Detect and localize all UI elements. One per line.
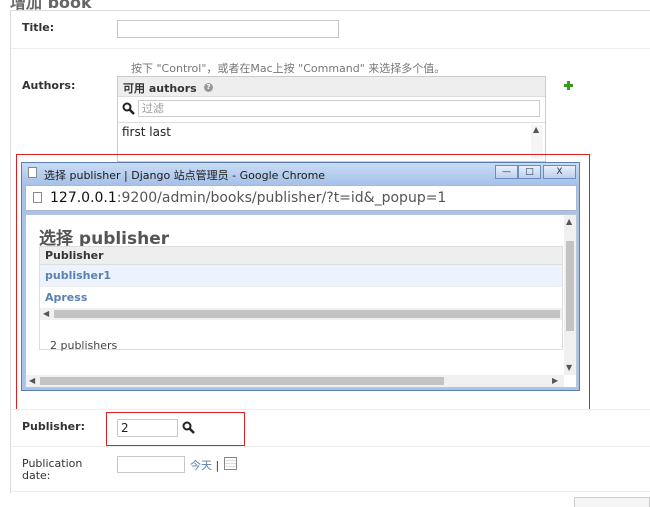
authors-help-text: 按下 "Control"，或者在Mac上按 "Command" 来选择多个值。 bbox=[131, 62, 446, 75]
table-row[interactable]: publisher1 bbox=[40, 265, 562, 287]
today-link-label[interactable]: 今天 bbox=[190, 459, 212, 472]
today-link[interactable]: 今天 | bbox=[190, 457, 219, 473]
scrollbar-thumb[interactable] bbox=[566, 241, 574, 331]
minimize-button[interactable]: — bbox=[495, 165, 518, 179]
scroll-right-arrow[interactable]: ▶ bbox=[552, 376, 558, 385]
row-divider bbox=[11, 446, 650, 447]
table-horizontal-scrollbar[interactable]: ◀ bbox=[40, 308, 562, 320]
calendar-icon[interactable] bbox=[224, 457, 237, 470]
plus-icon[interactable] bbox=[563, 80, 574, 91]
authors-label: Authors: bbox=[22, 79, 76, 92]
available-authors-title: 可用 authors bbox=[123, 82, 197, 95]
available-authors-header: 可用 authors ? bbox=[118, 77, 545, 97]
close-button[interactable]: X bbox=[543, 165, 576, 179]
popup-vertical-scrollbar[interactable]: ▲ ▼ bbox=[564, 215, 576, 375]
table-row[interactable]: Apress bbox=[40, 287, 562, 309]
publication-date-input[interactable] bbox=[117, 456, 185, 473]
authors-selector: 可用 authors ? 过滤 first last ▲ bbox=[117, 76, 546, 162]
popup-horizontal-scrollbar[interactable]: ◀ ▶ bbox=[26, 375, 564, 387]
result-count: 2 publishers bbox=[50, 339, 118, 352]
scroll-left-arrow[interactable]: ◀ bbox=[43, 309, 49, 318]
scroll-up-arrow[interactable]: ▲ bbox=[533, 125, 539, 134]
column-header-label: Publisher bbox=[45, 249, 104, 262]
scroll-left-arrow[interactable]: ◀ bbox=[29, 376, 35, 385]
publisher-link[interactable]: Apress bbox=[45, 291, 87, 304]
popup-window: 选择 publisher | Django 站点管理员 - Google Chr… bbox=[21, 162, 580, 391]
popup-window-title: 选择 publisher | Django 站点管理员 - Google Chr… bbox=[44, 169, 326, 182]
row-divider bbox=[11, 48, 650, 49]
scroll-down-arrow[interactable]: ▼ bbox=[566, 363, 572, 372]
publisher-id-input[interactable]: 2 bbox=[117, 419, 178, 437]
maximize-button[interactable]: □ bbox=[518, 165, 541, 179]
scroll-up-arrow[interactable]: ▲ bbox=[566, 217, 572, 226]
publication-date-label: Publication date: bbox=[22, 458, 82, 482]
author-option[interactable]: first last bbox=[122, 125, 171, 139]
url-host: 127.0.0.1 bbox=[50, 190, 117, 206]
page-icon bbox=[33, 192, 42, 203]
title-label: Title: bbox=[22, 21, 55, 34]
link-separator: | bbox=[215, 459, 220, 472]
row-divider bbox=[11, 409, 650, 410]
row-divider bbox=[11, 491, 650, 492]
scrollbar-thumb[interactable] bbox=[40, 377, 444, 385]
search-icon[interactable] bbox=[182, 421, 195, 434]
popup-titlebar[interactable]: 选择 publisher | Django 站点管理员 - Google Chr… bbox=[22, 163, 579, 183]
title-input[interactable] bbox=[117, 20, 339, 38]
scrollbar-thumb[interactable] bbox=[54, 310, 560, 318]
popup-content: 选择 publisher Publisher publisher1 Apress… bbox=[25, 214, 577, 388]
publication-date-label-line2: date: bbox=[22, 469, 51, 482]
publisher-table: Publisher publisher1 Apress ◀ 2 publishe… bbox=[39, 246, 563, 352]
publisher-column-header[interactable]: Publisher bbox=[40, 247, 562, 265]
submit-row-edge bbox=[574, 497, 650, 507]
url-path: :9200/admin/books/publisher/?t=id&_popup… bbox=[116, 190, 447, 206]
publisher-label: Publisher: bbox=[22, 420, 85, 433]
url-text[interactable]: 127.0.0.1:9200/admin/books/publisher/?t=… bbox=[50, 190, 446, 206]
authors-filter-input[interactable]: 过滤 bbox=[138, 100, 540, 117]
page-icon bbox=[28, 167, 37, 178]
address-bar[interactable]: 127.0.0.1:9200/admin/books/publisher/?t=… bbox=[25, 185, 577, 211]
publisher-link[interactable]: publisher1 bbox=[45, 269, 111, 282]
search-icon bbox=[122, 102, 135, 115]
authors-filter-row: 过滤 bbox=[118, 97, 545, 123]
